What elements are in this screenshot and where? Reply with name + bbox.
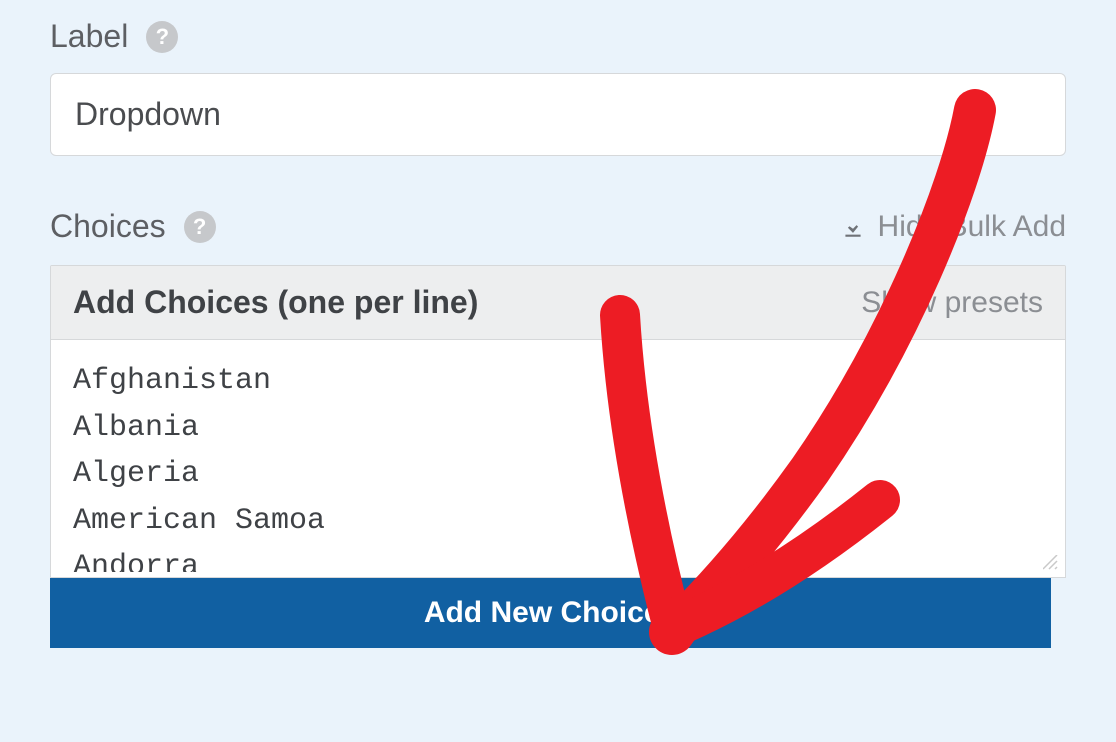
label-title: Label <box>50 18 128 55</box>
add-new-choices-button[interactable]: Add New Choices <box>50 578 1051 648</box>
help-icon[interactable]: ? <box>184 211 216 243</box>
choices-panel: Add Choices (one per line) Show presets <box>50 265 1066 578</box>
resize-handle-icon[interactable] <box>1043 555 1059 571</box>
panel-title: Add Choices (one per line) <box>73 284 478 321</box>
choices-field-header: Choices ? Hide Bulk Add <box>50 208 1066 245</box>
bulk-toggle-label: Hide Bulk Add <box>878 210 1066 244</box>
show-presets-link[interactable]: Show presets <box>861 286 1043 320</box>
choices-panel-header: Add Choices (one per line) Show presets <box>51 266 1065 340</box>
download-icon <box>840 214 866 240</box>
choices-title: Choices <box>50 208 166 245</box>
help-icon[interactable]: ? <box>146 21 178 53</box>
label-field-header: Label ? <box>50 18 1066 55</box>
hide-bulk-add-toggle[interactable]: Hide Bulk Add <box>840 210 1066 244</box>
label-input[interactable] <box>50 73 1066 156</box>
choices-textarea[interactable] <box>51 340 1065 572</box>
